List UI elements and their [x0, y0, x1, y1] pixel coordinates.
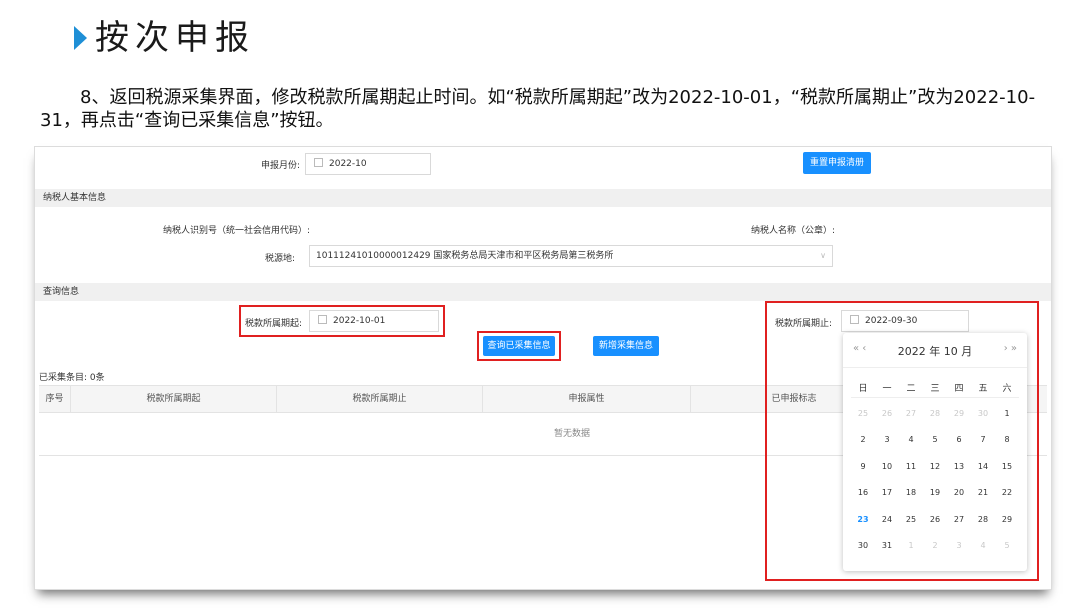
add-collection-button[interactable]: 新增采集信息	[593, 336, 659, 356]
calendar-icon	[314, 158, 323, 167]
slide-title: 按次申报	[95, 18, 255, 58]
highlight-period-end-area	[765, 301, 1039, 581]
taxpayer-id-label: 纳税人识别号（统一社会信用代码）:	[163, 226, 311, 236]
tax-source-select[interactable]: 10111241010000012429 国家税务总局天津市和平区税务局第三税务…	[309, 245, 833, 267]
calendar-icon	[318, 315, 327, 324]
column-period-end: 税款所属期止	[277, 386, 483, 412]
reset-report-button[interactable]: 重置申报清册	[803, 152, 871, 174]
tax-source-label: 税源地:	[265, 254, 296, 264]
instruction-text: 8、返回税源采集界面，修改税款所属期起止时间。如“税款所属期起”改为2022-1…	[40, 87, 1036, 131]
column-period-start: 税款所属期起	[71, 386, 277, 412]
taxpayer-name-label: 纳税人名称（公章）:	[751, 226, 836, 236]
tax-source-value: 10111241010000012429 国家税务总局天津市和平区税务局第三税务…	[316, 251, 614, 261]
section-basic-info: 纳税人基本信息	[35, 189, 1051, 207]
report-month-value: 2022-10	[329, 159, 367, 169]
period-start-label: 税款所属期起:	[245, 319, 303, 329]
column-index: 序号	[39, 386, 71, 412]
section-query-info: 查询信息	[35, 283, 1051, 301]
title-triangle-icon	[74, 26, 87, 50]
report-month-label: 申报月份:	[261, 161, 301, 171]
collected-count: 已采集条目: 0条	[39, 373, 105, 383]
column-report-attr: 申报属性	[483, 386, 691, 412]
period-start-field[interactable]: 2022-10-01	[309, 310, 439, 332]
period-start-value: 2022-10-01	[333, 316, 386, 326]
chevron-down-icon: ∨	[820, 251, 826, 260]
report-month-field[interactable]: 2022-10	[305, 153, 431, 175]
tax-source-screen: 申报月份: 2022-10 重置申报清册 纳税人基本信息 纳税人识别号（统一社会…	[34, 146, 1052, 590]
query-collected-button[interactable]: 查询已采集信息	[483, 336, 555, 356]
